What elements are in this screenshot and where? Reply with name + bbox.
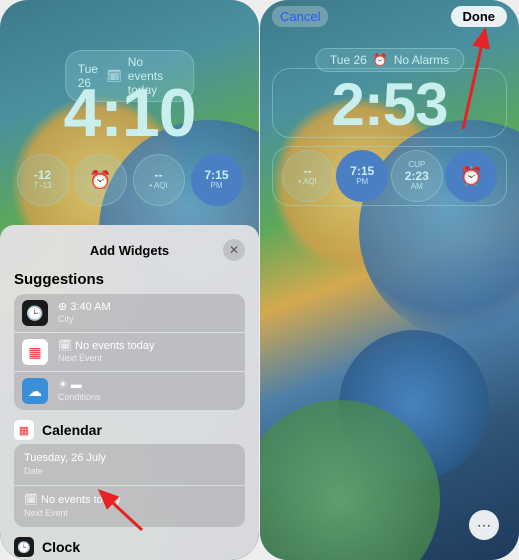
alarm-icon: ⏰ <box>460 166 482 187</box>
edit-top-bar: Cancel Done <box>260 6 519 27</box>
alarm-icon: ⏰ <box>89 170 111 191</box>
suggestion-clock[interactable]: 🕒 ⊕ 3:40 AMCity <box>14 294 245 332</box>
clock-time: 4:10 <box>0 74 259 152</box>
calendar-next-event-widget[interactable]: 🗓 No events today Next Event <box>14 486 245 527</box>
calendar-category: ▦ Calendar <box>14 420 245 440</box>
calendar-widgets-list: Tuesday, 26 July Date 🗓 No events today … <box>14 444 245 527</box>
calendar-icon: ▦ <box>22 339 48 365</box>
aqi-widget[interactable]: --• AQI <box>133 154 185 206</box>
close-icon: ✕ <box>229 243 239 257</box>
widget-row: -127 -13 ⏰ --• AQI 7:15PM <box>0 154 259 206</box>
sheet-title: Add Widgets <box>90 243 169 258</box>
clock-app-icon: 🕒 <box>14 537 34 557</box>
world-clock-widget[interactable]: 7:15PM <box>191 154 243 206</box>
world-clock-cup-widget[interactable]: CUP2:23AM <box>391 150 443 202</box>
aqi-widget[interactable]: --• AQI <box>282 150 334 202</box>
date-alarms: No Alarms <box>394 53 449 67</box>
add-widgets-sheet: Add Widgets ✕ Suggestions 🕒 ⊕ 3:40 AMCit… <box>0 225 259 560</box>
suggestions-heading: Suggestions <box>14 271 245 288</box>
clock-category: 🕒 Clock <box>14 537 245 557</box>
suggestions-list: 🕒 ⊕ 3:40 AMCity ▦ 🗓 No events todayNext … <box>14 294 245 410</box>
more-button[interactable]: ⋯ <box>469 510 499 540</box>
suggestion-weather[interactable]: ☁ ☀ ▬Conditions <box>14 372 245 410</box>
weather-widget[interactable]: -127 -13 <box>17 154 69 206</box>
ellipsis-icon: ⋯ <box>477 517 491 534</box>
alarm-icon: ⏰ <box>373 53 388 67</box>
phone-right: Cancel Done Tue 26 ⏰ No Alarms 2:53 --• … <box>260 0 519 560</box>
cancel-button[interactable]: Cancel <box>272 6 328 27</box>
close-button[interactable]: ✕ <box>223 239 245 261</box>
alarm-widget[interactable]: ⏰ <box>445 150 497 202</box>
calendar-app-icon: ▦ <box>14 420 34 440</box>
alarm-widget[interactable]: ⏰ <box>75 154 127 206</box>
weather-icon: ☁ <box>22 378 48 404</box>
clock-icon: 🕒 <box>22 300 48 326</box>
clock-time: 2:53 <box>260 70 519 139</box>
done-button[interactable]: Done <box>451 6 508 27</box>
widget-row-edit-frame[interactable]: --• AQI 7:15PM CUP2:23AM ⏰ <box>272 146 507 206</box>
date-day: Tue 26 <box>330 53 367 67</box>
phone-left: Tue 26 🗓 No events today 4:10 -127 -13 ⏰… <box>0 0 259 560</box>
suggestion-calendar[interactable]: ▦ 🗓 No events todayNext Event <box>14 333 245 371</box>
calendar-date-widget[interactable]: Tuesday, 26 July Date <box>14 444 245 485</box>
world-clock-widget[interactable]: 7:15PM <box>336 150 388 202</box>
